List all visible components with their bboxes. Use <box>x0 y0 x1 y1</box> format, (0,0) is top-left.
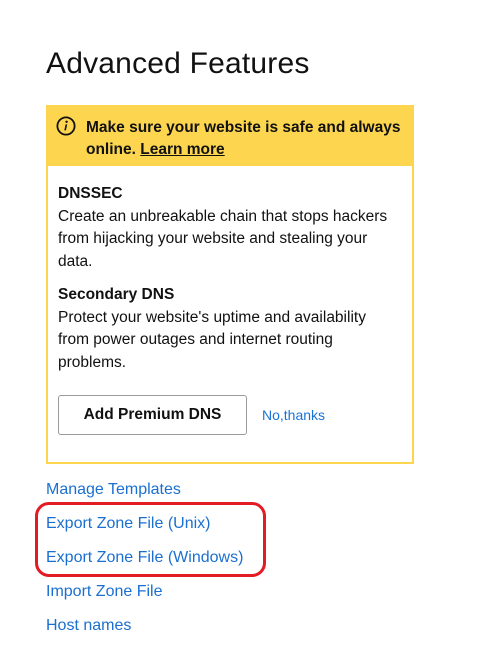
feature-description-dnssec: Create an unbreakable chain that stops h… <box>58 207 388 270</box>
add-premium-dns-button[interactable]: Add Premium DNS <box>58 395 247 435</box>
page-title: Advanced Features <box>46 47 310 80</box>
feature-description-secondary-dns: Protect your website's uptime and availa… <box>58 308 366 371</box>
info-icon <box>56 116 76 136</box>
export-zone-file-windows-link[interactable]: Export Zone File (Windows) <box>46 547 243 581</box>
card-actions: Add Premium DNS No,thanks <box>58 395 325 435</box>
advanced-features-page: Advanced Features Make sure your website… <box>0 0 481 651</box>
learn-more-link[interactable]: Learn more <box>140 141 224 158</box>
zone-links-list: Manage Templates Export Zone File (Unix)… <box>46 479 243 649</box>
notice-text: Make sure your website is safe and alway… <box>86 119 401 158</box>
features-list: DNSSEC Create an unbreakable chain that … <box>48 166 412 374</box>
premium-dns-card: Make sure your website is safe and alway… <box>46 105 414 464</box>
export-zone-file-unix-link[interactable]: Export Zone File (Unix) <box>46 513 243 547</box>
notice-banner: Make sure your website is safe and alway… <box>48 107 412 166</box>
feature-title-secondary-dns: Secondary DNS <box>58 286 175 303</box>
host-names-link[interactable]: Host names <box>46 615 243 649</box>
import-zone-file-link[interactable]: Import Zone File <box>46 581 243 615</box>
manage-templates-link[interactable]: Manage Templates <box>46 479 243 513</box>
feature-title-dnssec: DNSSEC <box>58 185 123 202</box>
no-thanks-link[interactable]: No,thanks <box>262 407 325 423</box>
